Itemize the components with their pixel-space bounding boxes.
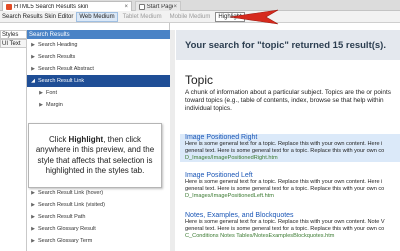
result-abstract-line: Here is some general text for a topic. R… [185, 219, 385, 225]
result-abstract-line: general text. Here is some general text … [185, 226, 385, 232]
toolbar-title: Search Results Skin Editor [2, 13, 74, 20]
search-result[interactable]: Image Positioned Right Here is some gene… [180, 134, 400, 162]
tree-item-label: Search Results [38, 54, 76, 60]
page-icon [139, 3, 145, 10]
tree-item-label: Search Glossary Term [38, 238, 93, 244]
red-arrow-pointer [229, 9, 279, 25]
skin-editor-toolbar: Search Results Skin Editor Web Medium Ta… [0, 11, 400, 23]
tree-item-label: Search Heading [38, 42, 78, 48]
chevron-right-icon[interactable]: ▶ [30, 238, 36, 244]
result-abstract-line: Here is some general text for a topic. R… [185, 179, 383, 185]
callout-text-start: Click [48, 134, 69, 144]
tree-item-font[interactable]: ▶ Font [27, 87, 170, 99]
document-tab-strip: HTML5 Search Results skin × Start Page × [0, 0, 400, 11]
web-medium-button[interactable]: Web Medium [76, 11, 118, 22]
result-path: C_Conditions Notes Tables/NotesExamplesB… [185, 233, 335, 239]
tree-item-search-results[interactable]: ▶ Search Results [27, 51, 170, 63]
result-path: D_Images/ImagePositionedLeft.htm [185, 193, 274, 199]
result-abstract-line: Here is some general text for a topic. R… [185, 141, 383, 147]
chevron-right-icon[interactable]: ▶ [38, 102, 44, 108]
chevron-right-icon[interactable]: ▶ [30, 42, 36, 48]
tab-label: Start Page [146, 3, 174, 10]
tree-item-search-result-link[interactable]: ◢ Search Result Link [27, 75, 170, 87]
chevron-right-icon[interactable]: ▶ [30, 214, 36, 220]
callout-highlight-word: Highlight [68, 134, 104, 144]
tree-item-search-glossary-term[interactable]: ▶ Search Glossary Term [27, 235, 170, 247]
close-icon[interactable]: × [173, 4, 177, 10]
callout-text: Click Highlight, then click anywhere in … [34, 135, 156, 177]
tree-item-search-result-path[interactable]: ▶ Search Result Path [27, 211, 170, 223]
result-path: D_Images/ImagePositionedRight.htm [185, 155, 278, 161]
instruction-callout: Click Highlight, then click anywhere in … [28, 123, 162, 188]
tree-item-label: Search Result Link [38, 78, 85, 84]
tree-item-label: Margin [46, 102, 63, 108]
search-result[interactable]: Notes, Examples, and Blockquotes Here is… [185, 212, 400, 240]
topic-description: A chunk of information about a particula… [185, 89, 391, 112]
html5-icon [6, 3, 12, 10]
chevron-down-icon[interactable]: ◢ [30, 78, 36, 84]
tree-item-label: Search Result Path [38, 214, 86, 220]
result-abstract-line: general text. Here is some general text … [185, 186, 385, 192]
tab-start-page[interactable]: Start Page × [135, 1, 181, 11]
tree-item-label: Search Result Link (visited) [38, 202, 105, 208]
result-abstract-line: general text. Here is some general text … [185, 148, 385, 154]
chevron-right-icon[interactable]: ▶ [30, 54, 36, 60]
close-icon[interactable]: × [124, 4, 128, 10]
result-link[interactable]: Notes, Examples, and Blockquotes [185, 212, 400, 219]
chevron-right-icon[interactable]: ▶ [30, 202, 36, 208]
tree-header: Search Results [27, 30, 170, 39]
tree-item-margin[interactable]: ▶ Margin [27, 99, 170, 111]
tablet-medium-button[interactable]: Tablet Medium [120, 12, 165, 22]
tab-styles[interactable]: Styles [0, 30, 26, 39]
tree-item-label: Font [46, 90, 58, 96]
side-tabs: Styles UI Text [0, 30, 26, 48]
topic-title: Topic [185, 73, 214, 87]
tree-item-search-result-link-hover[interactable]: ▶ Search Result Link (hover) [27, 187, 170, 199]
vertical-scrollbar[interactable] [170, 30, 175, 251]
chevron-right-icon[interactable]: ▶ [30, 66, 36, 72]
chevron-right-icon[interactable]: ▶ [30, 226, 36, 232]
tab-html5-search-results-skin[interactable]: HTML5 Search Results skin × [2, 1, 132, 11]
tab-ui-text[interactable]: UI Text [0, 39, 26, 48]
tree-item-search-heading[interactable]: ▶ Search Heading [27, 39, 170, 51]
tree-item-label: Search Glossary Result [38, 226, 96, 232]
search-results-heading: Your search for "topic" returned 15 resu… [185, 40, 386, 51]
tree-item-search-result-abstract[interactable]: ▶ Search Result Abstract [27, 63, 170, 75]
chevron-right-icon[interactable]: ▶ [38, 90, 44, 96]
tree-item-label: Search Result Link (hover) [38, 190, 104, 196]
result-link[interactable]: Image Positioned Left [185, 172, 400, 179]
chevron-right-icon[interactable]: ▶ [30, 190, 36, 196]
tree-item-label: Search Result Abstract [38, 66, 94, 72]
search-result[interactable]: Image Positioned Left Here is some gener… [185, 172, 400, 200]
result-link[interactable]: Image Positioned Right [185, 134, 400, 141]
tab-label: HTML5 Search Results skin [14, 3, 89, 10]
mobile-medium-button[interactable]: Mobile Medium [167, 12, 214, 22]
tree-item-search-glossary-result[interactable]: ▶ Search Glossary Result [27, 223, 170, 235]
search-results-preview[interactable]: Your search for "topic" returned 15 resu… [176, 30, 400, 251]
tree-item-search-result-link-visited[interactable]: ▶ Search Result Link (visited) [27, 199, 170, 211]
